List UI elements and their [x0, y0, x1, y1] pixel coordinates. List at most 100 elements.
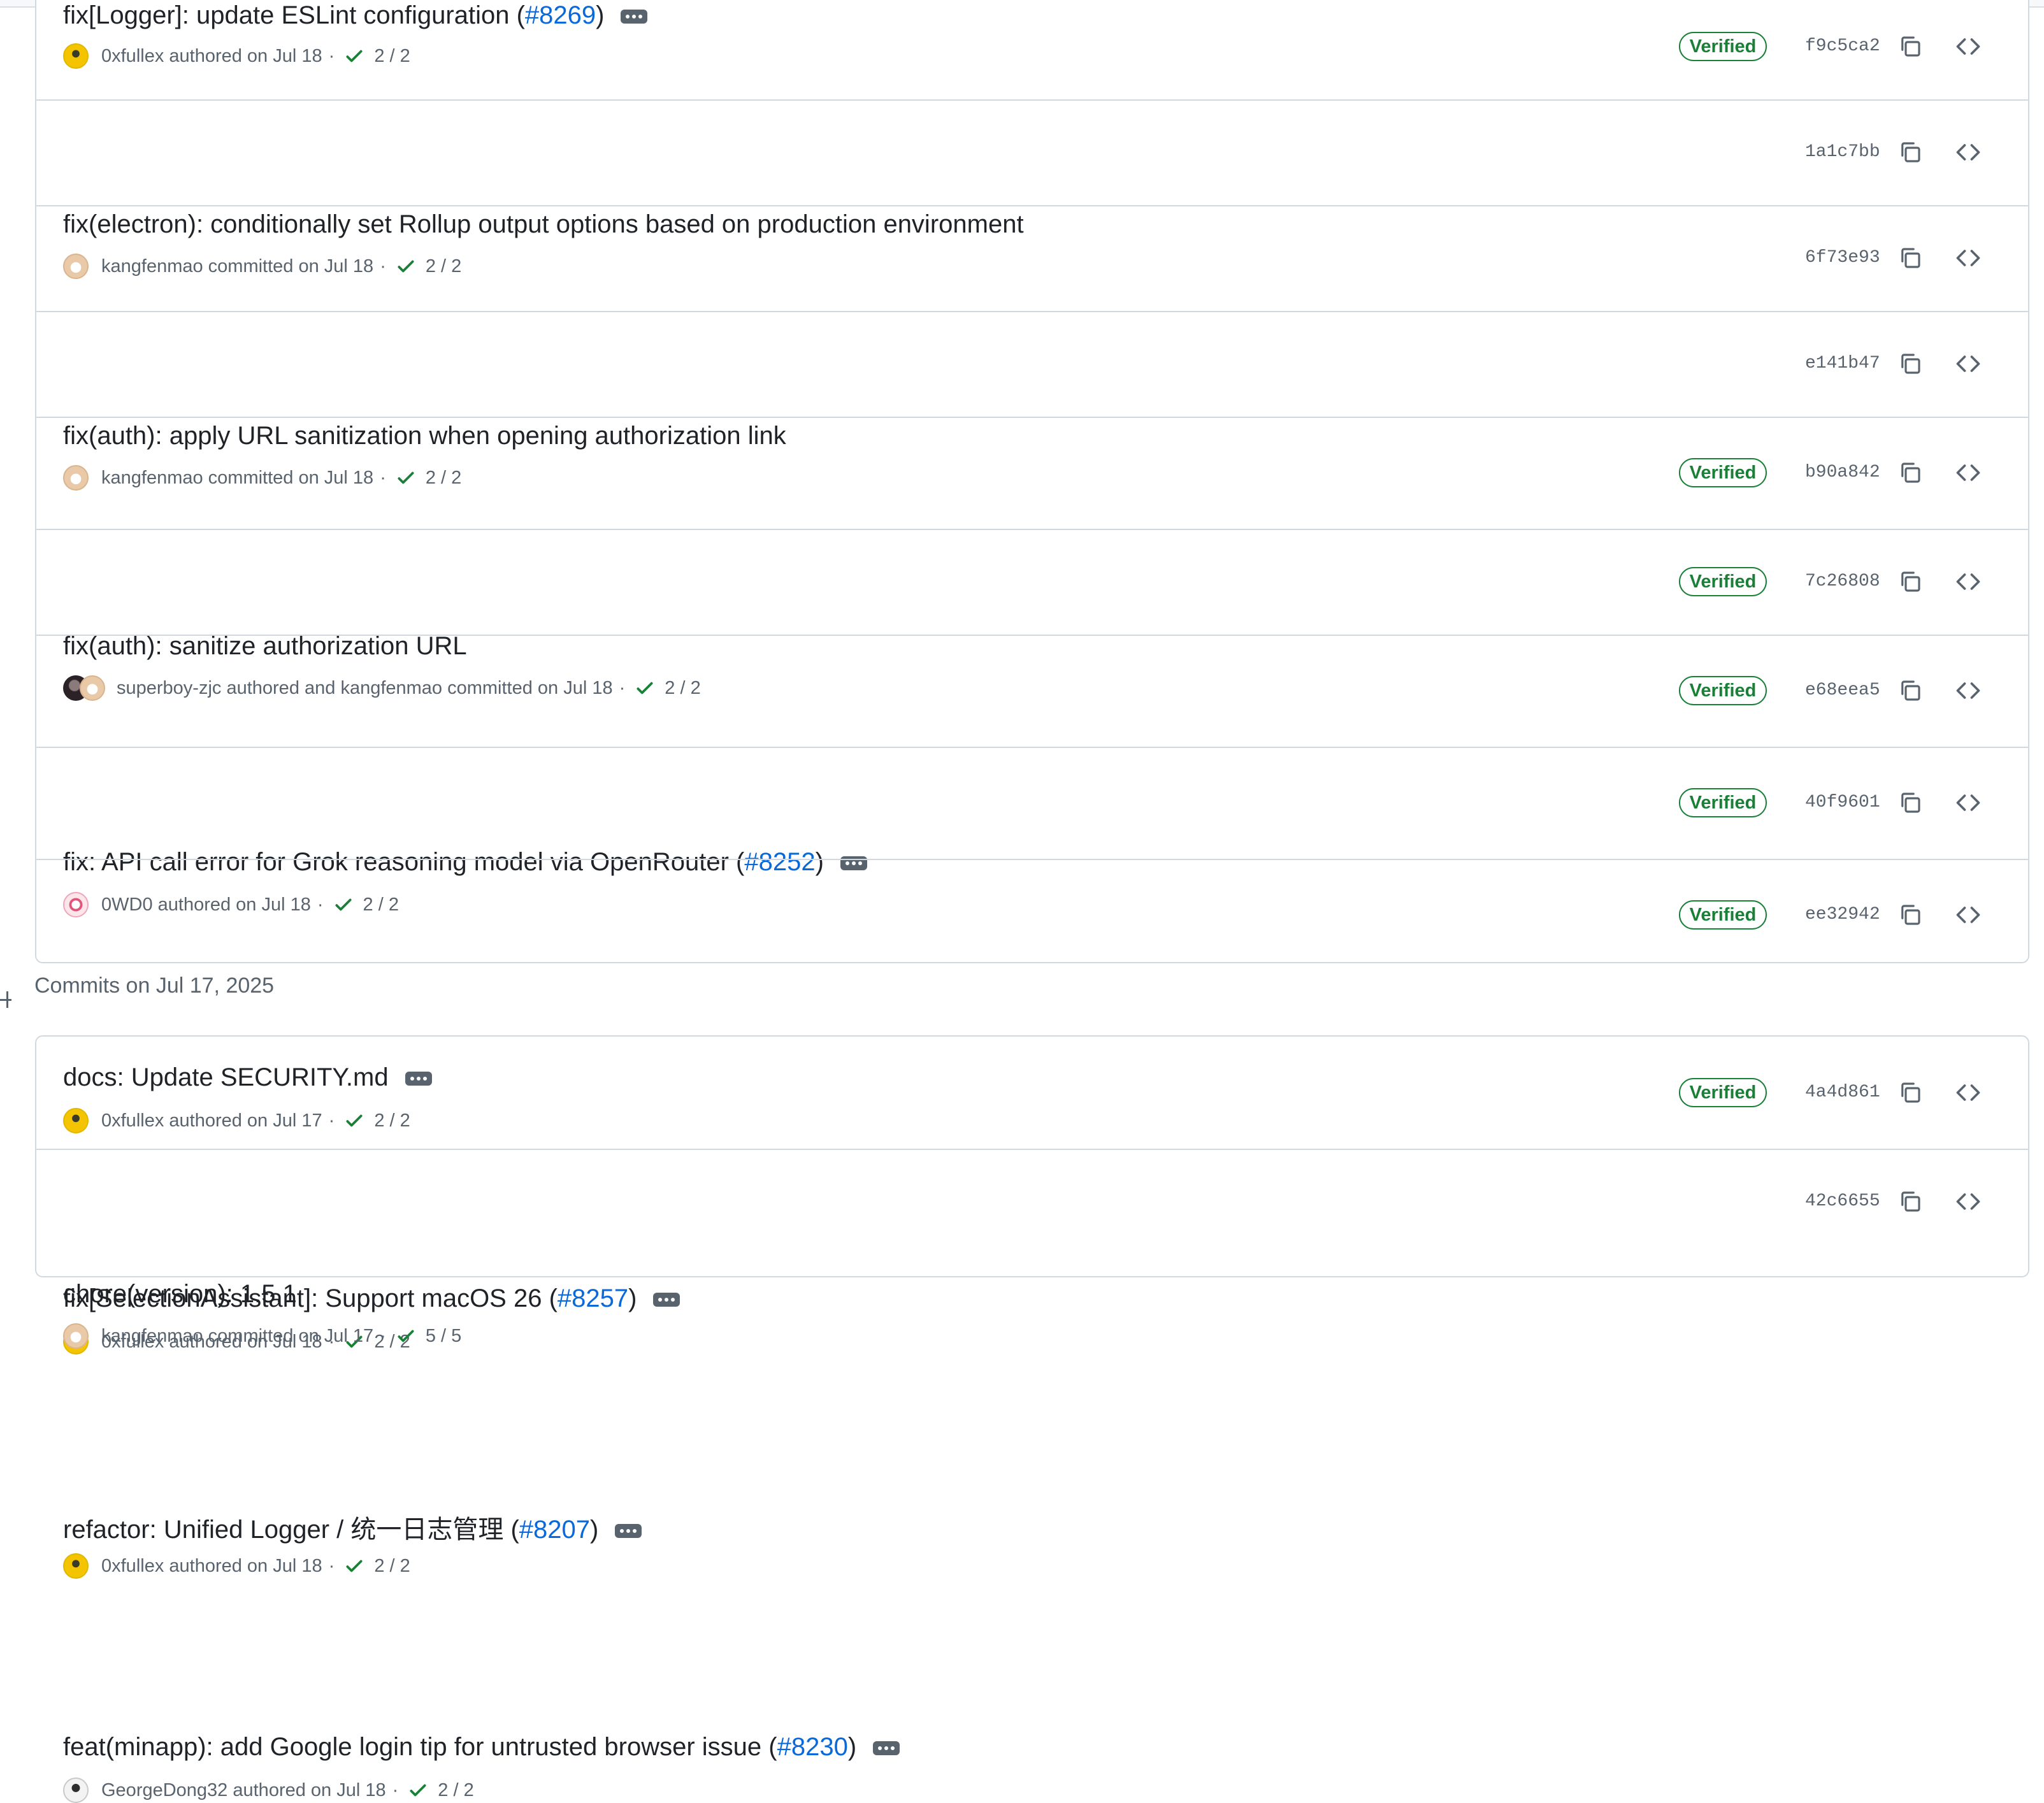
copy-icon[interactable]	[1897, 902, 1924, 928]
code-icon[interactable]	[1954, 32, 1982, 61]
commit-title[interactable]: refactor: Unified Logger / 统一日志管理 (#8207…	[63, 1509, 642, 1546]
pull-request-link[interactable]: #8269	[525, 1, 596, 29]
commit-sha-link[interactable]: 1a1c7bb	[1805, 142, 1880, 162]
check-icon[interactable]	[343, 1110, 365, 1131]
separator: ·	[328, 45, 335, 66]
check-icon[interactable]	[343, 45, 365, 67]
avatar[interactable]	[63, 1323, 89, 1349]
code-icon[interactable]	[1954, 789, 1982, 817]
commit-sha-link[interactable]: 42c6655	[1805, 1191, 1880, 1211]
separator: ·	[328, 1110, 335, 1131]
code-icon[interactable]	[1954, 459, 1982, 487]
commit-row: feat: vertexai websearch support (#8260)…	[36, 529, 2028, 1137]
verified-badge[interactable]: Verified	[1679, 788, 1767, 817]
checks-count[interactable]: 2 / 2	[374, 46, 410, 67]
code-icon[interactable]	[1954, 244, 1982, 272]
ellipsis-icon[interactable]	[615, 1524, 642, 1539]
commit-row: fix[SelectionAssistant]: Support macOS 2…	[36, 635, 2028, 1354]
copy-icon[interactable]	[1897, 459, 1924, 486]
verified-badge[interactable]: Verified	[1679, 567, 1767, 596]
check-icon[interactable]	[395, 1325, 417, 1347]
commit-title[interactable]: chore(version): 1.5.1	[63, 1280, 297, 1309]
code-icon[interactable]	[1954, 677, 1982, 705]
avatar[interactable]	[63, 1108, 89, 1133]
verified-badge[interactable]: Verified	[1679, 676, 1767, 705]
commit-message-link[interactable]: feat(minapp): add Google login tip for u…	[63, 1733, 777, 1761]
code-icon[interactable]	[1954, 568, 1982, 596]
commit-author-text[interactable]: 0xfullex authored on Jul 18	[101, 46, 322, 67]
copy-icon[interactable]	[1897, 350, 1924, 377]
commit-author-text[interactable]: 0xfullex authored on Jul 17	[101, 1110, 322, 1131]
code-icon[interactable]	[1954, 1188, 1982, 1216]
commit-sha-link[interactable]: 4a4d861	[1805, 1082, 1880, 1102]
commit-list: fix[Logger]: update ESLint configuration…	[35, 0, 2029, 1803]
commit-sha-link[interactable]: 6f73e93	[1805, 248, 1880, 268]
copy-icon[interactable]	[1897, 789, 1924, 816]
pull-request-link[interactable]: #8257	[558, 1284, 628, 1312]
commit-title-end: )	[590, 1516, 599, 1544]
ellipsis-icon[interactable]	[405, 1072, 432, 1086]
checks-count[interactable]: 2 / 2	[374, 1556, 410, 1577]
commit-author-text[interactable]: GeorgeDong32 authored on Jul 18	[101, 1780, 386, 1801]
commit-row: fix(auth): sanitize authorization URL sup…	[36, 311, 2028, 701]
pull-request-link[interactable]: #8230	[777, 1733, 848, 1761]
copy-icon[interactable]	[1897, 139, 1924, 166]
commit-sha-link[interactable]: 7c26808	[1805, 571, 1880, 591]
code-icon[interactable]	[1954, 901, 1982, 929]
timeline-tick	[0, 999, 11, 1001]
pull-request-link[interactable]: #8207	[519, 1516, 590, 1544]
code-icon[interactable]	[1954, 138, 1982, 166]
code-icon[interactable]	[1954, 1079, 1982, 1107]
commit-message-link[interactable]: refactor: Unified Logger / 统一日志管理 (	[63, 1516, 519, 1544]
copy-icon[interactable]	[1897, 677, 1924, 704]
check-icon[interactable]	[343, 1555, 365, 1577]
commit-row: fix(auth): apply URL sanitization when o…	[36, 205, 2028, 491]
checks-count[interactable]: 2 / 2	[438, 1780, 473, 1801]
commit-title[interactable]: docs: Update SECURITY.md	[63, 1063, 432, 1092]
copy-icon[interactable]	[1897, 1079, 1924, 1106]
separator: ·	[328, 1555, 335, 1576]
commit-sha-link[interactable]: e141b47	[1805, 354, 1880, 373]
commit-title-end: )	[628, 1284, 637, 1312]
commit-message-link[interactable]: chore(version): 1.5.1	[63, 1280, 297, 1308]
commit-sha-link[interactable]: ee32942	[1805, 905, 1880, 924]
commit-sha-link[interactable]: f9c5ca2	[1805, 36, 1880, 56]
avatar[interactable]	[63, 43, 89, 69]
commit-sha-link[interactable]: 40f9601	[1805, 793, 1880, 812]
copy-icon[interactable]	[1897, 1188, 1924, 1215]
checks-count[interactable]: 5 / 5	[426, 1326, 461, 1347]
commit-row: feat(minapp): add Google login tip for u…	[36, 859, 2028, 1803]
separator: ·	[380, 1325, 386, 1346]
verified-badge[interactable]: Verified	[1679, 900, 1767, 930]
checks-count[interactable]: 2 / 2	[374, 1110, 410, 1131]
commit-title[interactable]: fix[Logger]: update ESLint configuration…	[63, 1, 648, 30]
commit-message-link[interactable]: fix[Logger]: update ESLint configuration…	[63, 1, 525, 29]
commit-meta: 0xfullex authored on Jul 18 · 2 / 2	[63, 43, 410, 69]
check-icon[interactable]	[407, 1779, 429, 1801]
commit-author-text[interactable]: 0xfullex authored on Jul 18	[101, 1556, 322, 1577]
commit-meta: GeorgeDong32 authored on Jul 18 · 2 / 2	[63, 1778, 474, 1803]
commit-title-end: )	[847, 1733, 857, 1761]
verified-badge[interactable]: Verified	[1679, 458, 1767, 487]
copy-icon[interactable]	[1897, 33, 1924, 60]
commit-row: fix[Logger]: update ESLint configuration…	[36, 0, 2028, 101]
ellipsis-icon[interactable]	[653, 1293, 680, 1307]
commit-sha-link[interactable]: e68eea5	[1805, 680, 1880, 700]
commit-row: docs: Update SECURITY.md 0xfullex authore…	[36, 1037, 2028, 1150]
verified-badge[interactable]: Verified	[1679, 1078, 1767, 1107]
commit-author-text[interactable]: kangfenmao committed on Jul 17	[101, 1326, 373, 1347]
copy-icon[interactable]	[1897, 568, 1924, 595]
commit-title[interactable]: feat(minapp): add Google login tip for u…	[63, 1733, 900, 1762]
ellipsis-icon[interactable]	[873, 1741, 900, 1756]
avatar[interactable]	[63, 1553, 89, 1579]
verified-badge[interactable]: Verified	[1679, 32, 1767, 61]
commit-title-end: )	[596, 1, 605, 29]
commit-sha-link[interactable]: b90a842	[1805, 463, 1880, 482]
avatar[interactable]	[63, 1778, 89, 1803]
commit-row: refactor: Unified Logger / 统一日志管理 (#8207…	[36, 747, 2028, 1579]
commit-group-header: Commits on Jul 17, 2025	[34, 973, 275, 998]
code-icon[interactable]	[1954, 350, 1982, 378]
copy-icon[interactable]	[1897, 245, 1924, 271]
ellipsis-icon[interactable]	[621, 10, 648, 24]
commit-message-link[interactable]: docs: Update SECURITY.md	[63, 1063, 389, 1091]
